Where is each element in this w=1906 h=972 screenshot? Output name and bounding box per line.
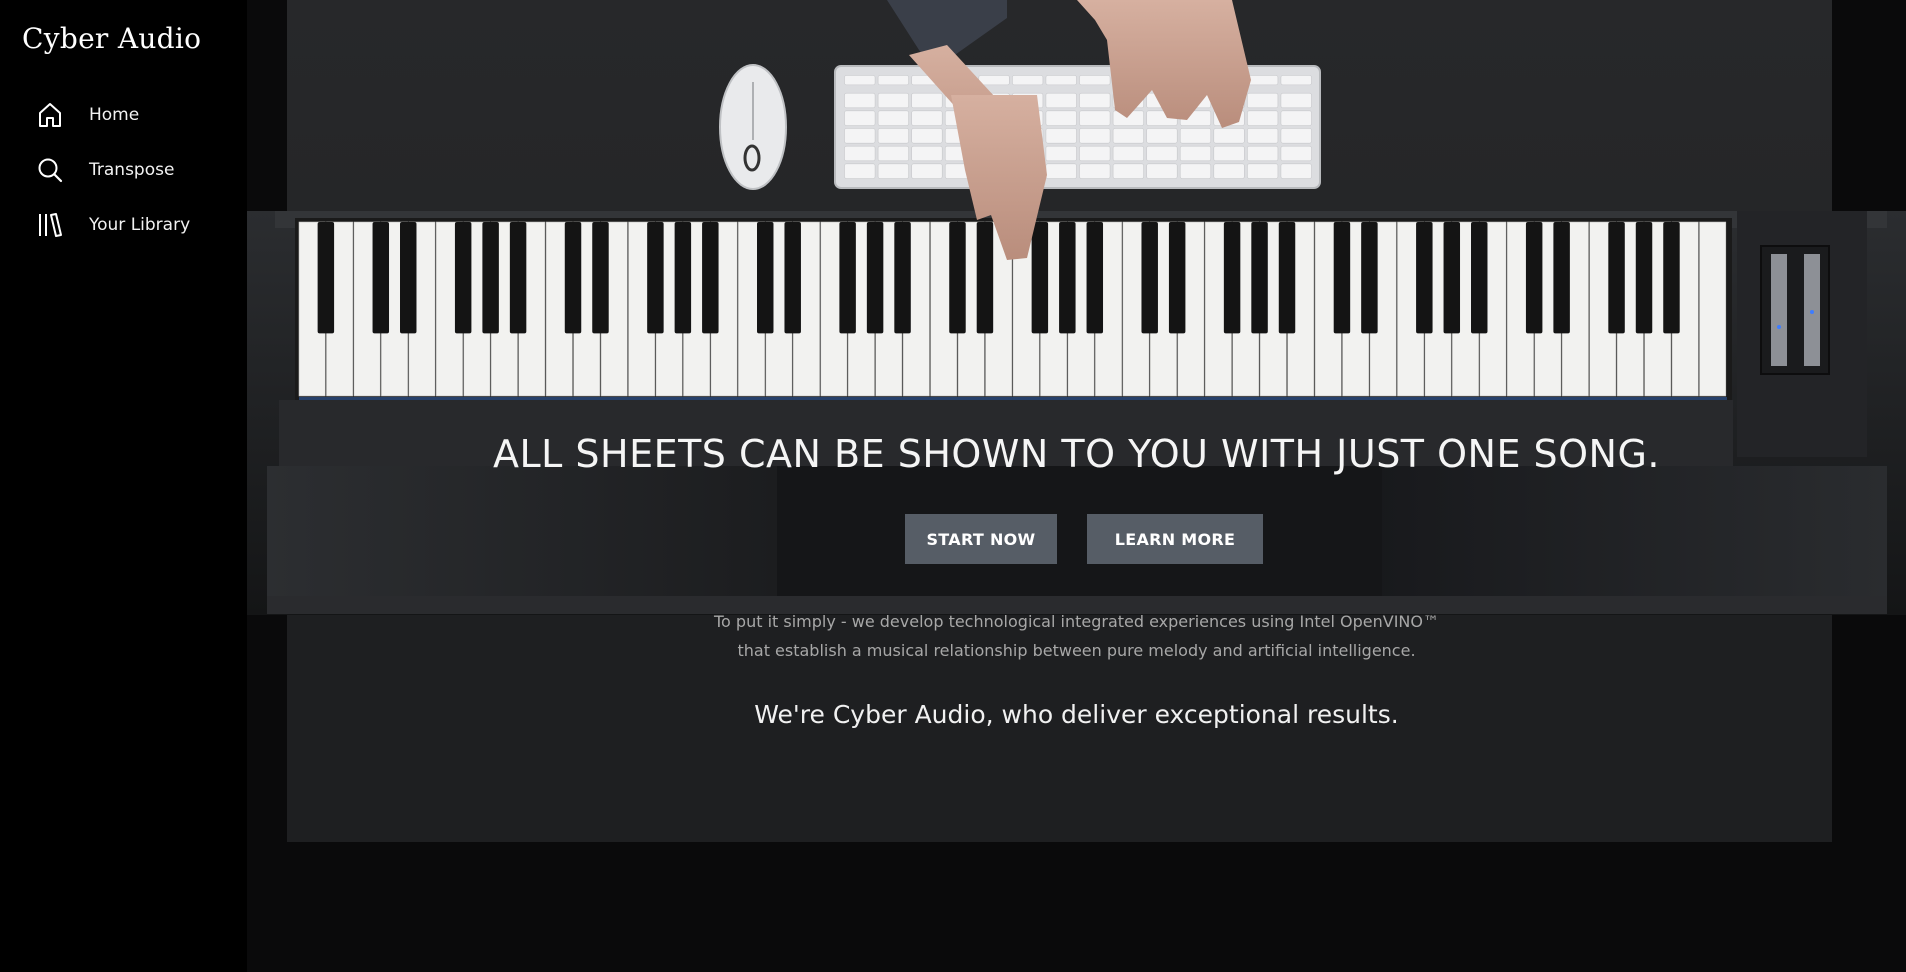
sidebar-item-library[interactable]: Your Library xyxy=(36,208,190,242)
sidebar-item-label: Your Library xyxy=(89,215,191,235)
hero-description-line2: that establish a musical relationship be… xyxy=(737,641,1416,660)
sidebar-item-transpose[interactable]: Transpose xyxy=(36,153,174,187)
home-icon xyxy=(36,101,64,129)
hero-tagline: We're Cyber Audio, who deliver exception… xyxy=(754,700,1399,729)
brand-logo[interactable]: Cyber Audio xyxy=(22,22,201,55)
library-icon xyxy=(36,211,64,239)
sidebar-item-label: Transpose xyxy=(89,160,175,180)
main-content: ALL SHEETS CAN BE SHOWN TO YOU WITH JUST… xyxy=(247,0,1906,972)
sidebar-item-home[interactable]: Home xyxy=(36,98,139,132)
start-now-button[interactable]: START NOW xyxy=(905,514,1057,564)
hero-description-line1: To put it simply - we develop technologi… xyxy=(713,612,1439,631)
learn-more-button[interactable]: LEARN MORE xyxy=(1087,514,1263,564)
sidebar: Cyber Audio Home Transpose Your Library xyxy=(0,0,247,972)
hero-headline: ALL SHEETS CAN BE SHOWN TO YOU WITH JUST… xyxy=(492,432,1661,476)
hero-piano-image xyxy=(247,0,1906,842)
search-icon xyxy=(36,156,64,184)
sidebar-item-label: Home xyxy=(89,105,140,125)
